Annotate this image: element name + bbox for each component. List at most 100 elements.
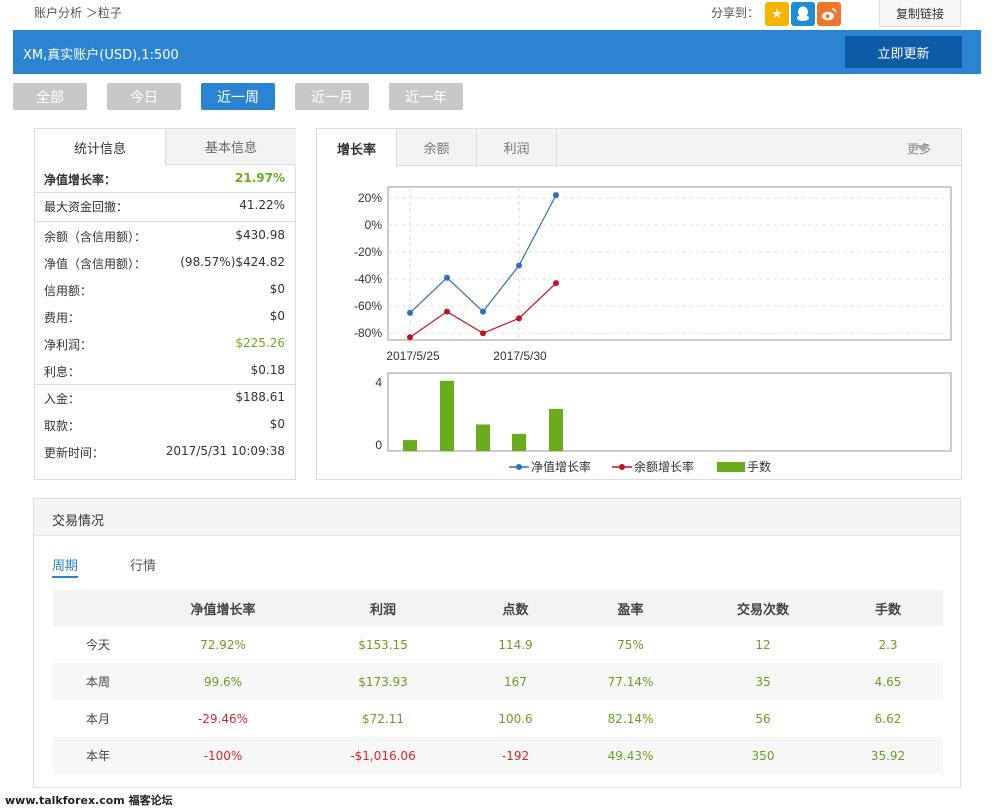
stat-row: 费用： $0 <box>35 303 295 330</box>
footer-site: www.talkforex.com 福客论坛 <box>5 792 173 808</box>
stat-row: 净值增长率： 21.97% <box>35 165 295 192</box>
cell-growth: 72.92% <box>200 637 246 652</box>
stat-row: 取款： $0 <box>35 411 295 438</box>
data-point <box>480 308 486 315</box>
column-header: 手数 <box>833 590 943 626</box>
cell-profit: $72.11 <box>362 711 404 726</box>
chart-tabbar: 增长率 余额 利润 更多 <box>317 129 961 167</box>
stat-row: 最大资金回撤： 41.22% <box>35 192 295 219</box>
footer-url: www.talkforex.com <box>5 794 125 807</box>
y-tick-label: -60% <box>354 299 382 313</box>
copy-link-button[interactable]: 复制链接 <box>879 0 961 27</box>
stat-value: (98.57%)$424.82 <box>180 255 285 269</box>
period-month-button[interactable]: 近一月 <box>295 83 369 110</box>
cell-trades: 35 <box>693 663 833 700</box>
cell-lots: 6.62 <box>874 711 902 726</box>
volume-bar <box>476 424 490 451</box>
stat-value: 41.22% <box>239 198 285 212</box>
cell-win: 82.14% <box>607 711 654 726</box>
y-tick-label: -80% <box>354 326 382 340</box>
star-icon[interactable]: ★ <box>765 2 789 26</box>
cell-profit: -$1,016.06 <box>303 737 463 774</box>
cell-points: 114.9 <box>498 637 533 652</box>
trade-title: 交易情况 <box>52 514 105 529</box>
column-header: 利润 <box>303 590 463 626</box>
data-point <box>407 334 413 341</box>
weibo-icon[interactable] <box>817 2 841 26</box>
cell-points: -192 <box>463 737 568 774</box>
stat-row: 余额（含信用额）： $430.98 <box>35 222 295 249</box>
tab-stats[interactable]: 统计信息 <box>35 129 165 165</box>
account-bar: XM,真实账户(USD),1:500 立即更新 <box>13 30 981 74</box>
stat-label: 更新时间： <box>44 446 105 460</box>
volume-bar <box>403 440 417 451</box>
stat-row: 利息： $0.18 <box>35 357 295 384</box>
divider <box>35 384 295 385</box>
data-point <box>553 280 559 287</box>
stat-value: $188.61 <box>235 390 285 404</box>
account-title: XM,真实账户(USD),1:500 <box>23 48 179 63</box>
column-header: 交易次数 <box>693 590 833 626</box>
volume-bar <box>512 433 526 451</box>
period-all-button[interactable]: 全部 <box>13 83 87 110</box>
tab-profit[interactable]: 利润 <box>477 129 557 166</box>
table-header-row: 净值增长率 利润 点数 盈率 交易次数 手数 <box>53 590 943 626</box>
stat-value: 21.97% <box>235 171 285 185</box>
legend-label: 余额增长率 <box>634 459 694 474</box>
data-point <box>444 308 450 315</box>
tab-balance[interactable]: 余额 <box>397 129 477 166</box>
cell-growth: -29.46% <box>197 711 249 726</box>
y-tick-label: 20% <box>358 191 382 205</box>
legend-label: 净值增长率 <box>531 459 591 474</box>
divider <box>35 192 295 193</box>
trade-header: 交易情况 <box>34 499 960 536</box>
stat-row: 净值（含信用额）： (98.57%)$424.82 <box>35 249 295 276</box>
cell-win: 49.43% <box>568 737 693 774</box>
stat-row: 入金： $188.61 <box>35 384 295 411</box>
cell-points: 167 <box>463 663 568 700</box>
table-row: 本周 99.6% $173.93 167 77.14% 35 4.65 <box>53 663 943 700</box>
period-today-button[interactable]: 今日 <box>107 83 181 110</box>
cell-lots: 35.92 <box>833 737 943 774</box>
cell-period: 本年 <box>53 737 143 774</box>
stat-label: 净值增长率： <box>44 173 117 187</box>
trade-table: 净值增长率 利润 点数 盈率 交易次数 手数 今天 72.92% $153.15 11… <box>53 590 943 774</box>
cell-period: 本月 <box>85 712 110 726</box>
stat-label: 最大资金回撤： <box>44 200 129 214</box>
cell-lots: 4.65 <box>833 663 943 700</box>
column-header <box>53 590 143 626</box>
data-point <box>516 315 522 322</box>
stat-label: 取款： <box>44 419 81 433</box>
tab-market[interactable]: 行情 <box>130 555 156 574</box>
legend-label: 手数 <box>747 459 771 474</box>
stat-row: 更新时间： 2017/5/31 10:09:38 <box>35 438 295 465</box>
cell-growth: -100% <box>143 737 303 774</box>
y-tick-label: 0% <box>365 218 383 232</box>
tab-period[interactable]: 周期 <box>52 555 79 578</box>
breadcrumb: 账户分析 ＞粒子 <box>34 6 122 20</box>
legend-swatch <box>717 462 745 472</box>
tab-basic-info[interactable]: 基本信息 <box>165 129 296 165</box>
data-point <box>480 330 486 337</box>
refresh-button[interactable]: 立即更新 <box>845 36 962 68</box>
stat-label: 入金： <box>44 392 81 406</box>
table-row: 本年 -100% -$1,016.06 -192 49.43% 350 35.92 <box>53 737 943 774</box>
share-label: 分享到： <box>711 6 760 20</box>
stat-label: 余额（含信用额）： <box>44 230 147 244</box>
chevron-down-icon[interactable] <box>916 145 930 152</box>
stat-label: 利息： <box>44 365 81 379</box>
tab-growth[interactable]: 增长率 <box>317 129 397 167</box>
legend-swatch <box>516 464 522 470</box>
legend-swatch <box>619 464 625 470</box>
cell-trades: 350 <box>693 737 833 774</box>
period-year-button[interactable]: 近一年 <box>389 83 463 110</box>
stat-row: 信用额： $0 <box>35 276 295 303</box>
cell-period: 今天 <box>85 638 110 652</box>
period-week-button[interactable]: 近一周 <box>201 83 275 110</box>
data-point <box>553 192 559 199</box>
qq-icon[interactable] <box>791 2 815 26</box>
y-tick-label: -20% <box>354 245 382 259</box>
data-point <box>444 274 450 281</box>
volume-bar <box>440 380 454 451</box>
cell-trades: 12 <box>755 637 771 652</box>
